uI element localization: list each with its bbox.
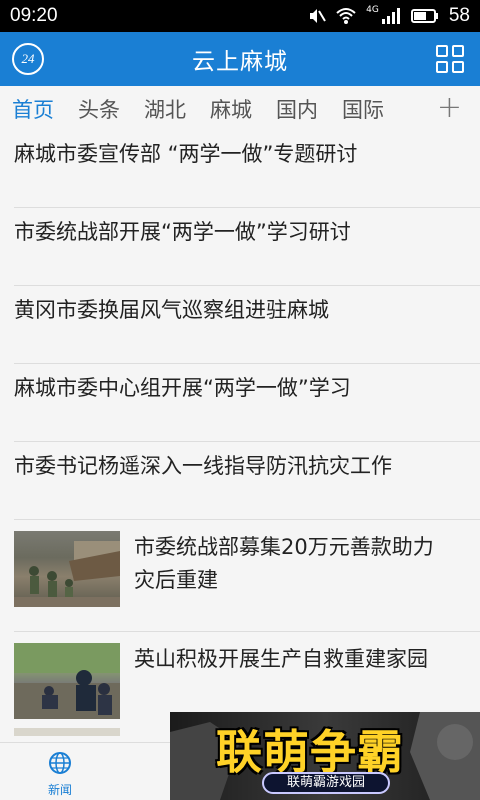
nav-item-label: 新闻 [47,783,72,797]
nav-item-news[interactable]: 新闻 [40,751,80,798]
news-thumbnail [14,728,120,736]
news-title: 市委书记杨遥深入一线指导防汛抗灾工作 [14,454,392,478]
thumbnail-photo [14,643,120,719]
news-title: 英山积极开展生产自救重建家园 [134,647,428,671]
status-bar: 09:20 4G 58 [0,0,480,32]
network-type: 4G [366,5,379,15]
tab-home[interactable]: 首页 [12,94,54,124]
news-title: 市委统战部开展“两学一做”学习研讨 [14,220,351,244]
tab-headlines[interactable]: 头条 [78,94,120,124]
status-time: 09:20 [10,5,58,26]
list-item[interactable]: 市委统战部募集20万元善款助力灾后重建 [14,520,480,632]
grid-icon-cell [436,61,448,73]
tab-hubei[interactable]: 湖北 [144,94,186,124]
news-title: 麻城市委宣传部 “两学一做”专题研讨 [14,142,358,166]
news-thumbnail [14,531,120,607]
grid-icon-cell [452,61,464,73]
list-item[interactable]: 麻城市委中心组开展“两学一做”学习 [14,364,480,442]
app-bar: 24 云上麻城 [0,32,480,86]
wifi-icon [336,8,356,24]
news-title: 黄冈市委换届风气巡察组进驻麻城 [14,298,329,322]
ad-subtitle: 联萌霸游戏园 [262,772,390,794]
thumbnail-photo [14,541,120,607]
list-item[interactable]: 黄冈市委换届风气巡察组进驻麻城 [14,286,480,364]
status-icons: 4G 58 [308,5,470,27]
grid-icon-cell [452,45,464,57]
signal-icon [381,8,400,24]
category-tabs: 首页 头条 湖北 麻城 国内 国际 + [0,86,480,132]
globe-icon [49,752,71,774]
list-item[interactable]: 市委统战部开展“两学一做”学习研讨 [14,208,480,286]
add-tab-button[interactable]: + [437,93,462,123]
news-list: 麻城市委宣传部 “两学一做”专题研讨 市委统战部开展“两学一做”学习研讨 黄冈市… [0,132,480,744]
list-item[interactable]: 市委书记杨遥深入一线指导防汛抗灾工作 [14,442,480,520]
battery-icon [410,9,438,23]
battery-percent: 58 [448,5,470,26]
tab-domestic[interactable]: 国内 [276,94,318,124]
tab-macheng[interactable]: 麻城 [210,94,252,124]
logo-text: 24 [21,51,35,66]
app-title: 云上麻城 [192,49,288,75]
app-logo[interactable]: 24 [12,43,44,75]
news-thumbnail [14,643,120,719]
news-title: 麻城市委中心组开展“两学一做”学习 [14,376,351,400]
tab-international[interactable]: 国际 [342,94,384,124]
mute-icon [310,9,327,23]
news-title: 市委统战部募集20万元善款助力灾后重建 [134,535,434,592]
ad-banner[interactable]: 联萌争霸 联萌霸游戏园 [170,712,480,800]
grid-icon [436,45,448,57]
grid-menu-button[interactable] [436,45,464,73]
list-item[interactable]: 麻城市委宣传部 “两学一做”专题研讨 [14,132,480,208]
